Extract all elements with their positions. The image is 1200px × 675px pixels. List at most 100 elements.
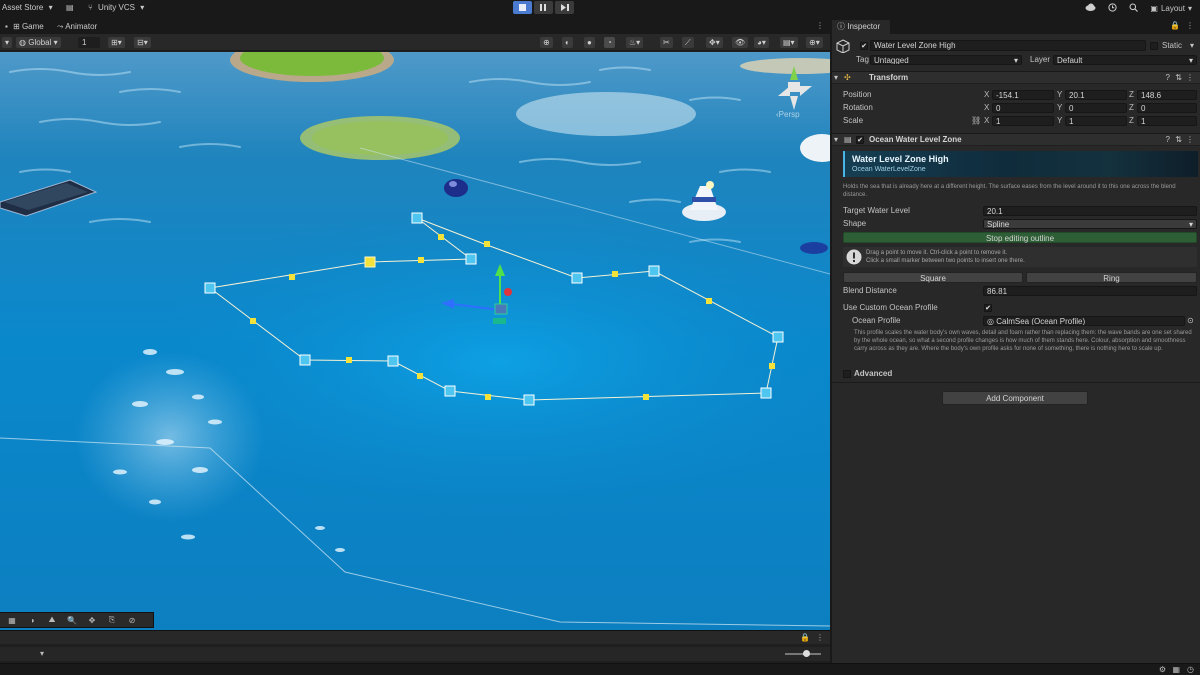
shading-tool-icon[interactable]: ◑ [24,614,40,626]
lighting-toggle-icon[interactable]: ● [584,37,595,48]
tab-inspector-label: Inspector [847,22,881,31]
camera-settings-icon[interactable]: ◕▾ [754,37,769,48]
grid-snap-button[interactable]: ⊞▾ [108,37,125,48]
perspective-label[interactable]: ‹Persp [776,110,800,119]
advanced-foldout[interactable]: Advanced [832,368,1200,380]
edit-help-box: Drag a point to move it. Ctrl-click a po… [843,247,1197,267]
component-menu-icon[interactable]: ⋮ [1186,135,1194,144]
branch-icon: ⑂ [88,3,93,12]
shape-dropdown[interactable]: Spline ▾ [983,219,1197,229]
zoom-tool-icon[interactable]: 🔍 [64,614,80,626]
tab-menu-icon[interactable]: ⋮ [816,21,824,30]
selected-spline-point[interactable] [364,256,376,268]
lock-icon[interactable]: 🔒 [1170,21,1180,30]
ring-preset-button[interactable]: Ring [1026,272,1197,283]
cloud-storage-icon[interactable]: ▤ [66,2,74,14]
stop-editing-button[interactable]: Stop editing outline [843,232,1197,243]
rect-tool-icon[interactable]: ▦ [4,614,20,626]
step-button[interactable] [555,1,574,14]
chevron-down-icon[interactable]: ▾ [1190,40,1194,52]
position-z-field[interactable]: 148.6 [1137,90,1197,100]
panel-menu-icon[interactable]: ⋮ [1186,21,1194,30]
progress-icon[interactable]: ◷ [1187,665,1194,674]
help-icon[interactable]: ? [1166,135,1170,144]
add-component-button[interactable]: Add Component [942,391,1088,405]
stop-icon [519,4,526,11]
layer-dropdown[interactable]: Default ▾ [1053,55,1197,65]
blend-distance-label: Blend Distance [843,286,897,295]
position-x-field[interactable]: -154.1 [992,90,1054,100]
layout-menu[interactable]: ▣ Layout ▾ [1150,4,1192,13]
preset-icon[interactable]: ⇅ [1175,73,1182,82]
shading-mode-button[interactable]: ◐ [562,37,573,48]
ocean-profile-field[interactable]: ◎ CalmSea (Ocean Profile) [983,316,1185,326]
tag-dropdown[interactable]: Untagged ▾ [870,55,1022,65]
preset-icon[interactable]: ⇅ [1175,135,1182,144]
gizmo-tools-icon[interactable]: ✥▾ [706,37,723,48]
toggle-left-button[interactable]: ▾ [2,37,13,48]
blend-distance-field[interactable]: 86.81 [983,286,1197,296]
custom-profile-row: Use Custom Ocean Profile ✔ [832,302,1200,314]
component-enabled-checkbox[interactable]: ✔ [856,136,864,144]
tools-toggle-icon[interactable]: ✂ [660,37,673,48]
search-icon[interactable] [1129,3,1139,14]
tab-game[interactable]: ⊞ Game [8,20,49,34]
camera-tool-icon[interactable]: ⎘ [104,614,120,626]
visibility-icon[interactable]: 👁 [732,37,749,48]
vcs-menu[interactable]: ⑂ Unity VCS ▾ [88,2,144,14]
scene-viewport[interactable]: ‹Persp [0,52,830,630]
rotation-x-field[interactable]: 0 [992,103,1054,113]
status-bar: ⚙ ▦ ◷ [0,663,1200,675]
panel-menu-icon[interactable]: ⋮ [816,633,824,642]
static-label: Static [1162,41,1183,50]
custom-profile-checkbox[interactable]: ✔ [984,304,992,312]
ocean-profile-value: CalmSea (Ocean Profile) [996,317,1086,326]
pivot-space-dropdown[interactable]: ◍ Global ▾ [16,37,61,48]
position-y-field[interactable]: 20.1 [1065,90,1127,100]
help-icon[interactable]: ? [1166,73,1170,82]
info-warning-icon [846,249,862,265]
gizmos-dropdown[interactable]: ▤▾ [780,37,798,48]
move-tool-icon[interactable]: ✥ [84,614,100,626]
buoy-left[interactable] [444,179,468,197]
foldout-arrow-icon: ▾ [834,135,839,144]
bug-icon[interactable]: ⚙ [1159,665,1166,674]
asset-store-menu[interactable]: Asset Store ▾ [2,2,53,14]
zoom-slider-handle[interactable] [803,650,810,657]
square-preset-button[interactable]: Square [843,272,1023,283]
transform-header[interactable]: ▾ ✣ Transform ? ⇅ ⋮ [832,71,1200,84]
cache-icon[interactable]: ▦ [1172,665,1180,674]
grid-size-field[interactable]: 1 [78,37,100,48]
scale-y-field[interactable]: 1 [1065,116,1127,126]
component-menu-icon[interactable]: ⋮ [1186,73,1194,82]
audio-toggle-icon[interactable]: ⟋ [682,37,694,48]
stop-button[interactable] [513,1,532,14]
rotation-y-field[interactable]: 0 [1065,103,1127,113]
scene-render[interactable] [0,52,830,630]
tab-animator[interactable]: ⤳ Animator [52,20,102,34]
water-zone-header[interactable]: ▾ ▤ ✔ Ocean Water Level Zone ? ⇅ ⋮ [832,133,1200,146]
lock-icon[interactable]: 🔒 [800,633,810,642]
effects-toggle-icon[interactable]: ◔ [604,37,615,48]
cloud-icon[interactable] [1085,3,1096,13]
scale-z-field[interactable]: 1 [1137,116,1197,126]
link-icon[interactable]: ⛓ [971,115,981,127]
transform-icon: ✣ [844,73,851,82]
step-icon [560,4,569,11]
history-icon[interactable] [1108,2,1117,14]
tab-inspector[interactable]: ⓘ Inspector [832,20,890,34]
chevron-down-icon[interactable]: ▾ [40,649,44,658]
compass-tool-icon[interactable]: ⊘ [124,614,140,626]
increment-snap-button[interactable]: ⊟▾ [134,37,151,48]
global-gizmo-icon[interactable]: ⊕▾ [806,37,823,48]
pause-button[interactable] [534,1,553,14]
object-picker-icon[interactable]: ⊙ [1187,315,1194,327]
scale-x-field[interactable]: 1 [992,116,1054,126]
draw-mode-2d-button[interactable]: ⊕ [540,37,553,48]
shape-row: Shape Spline ▾ [832,218,1200,230]
rotation-z-field[interactable]: 0 [1137,103,1197,113]
terrain-tool-icon[interactable]: ⛰ [44,614,60,626]
target-level-field[interactable]: 20.1 [983,206,1197,216]
chevron-down-icon: ▾ [1013,56,1018,65]
scene-fx-icon[interactable]: ♨▾ [626,37,644,48]
